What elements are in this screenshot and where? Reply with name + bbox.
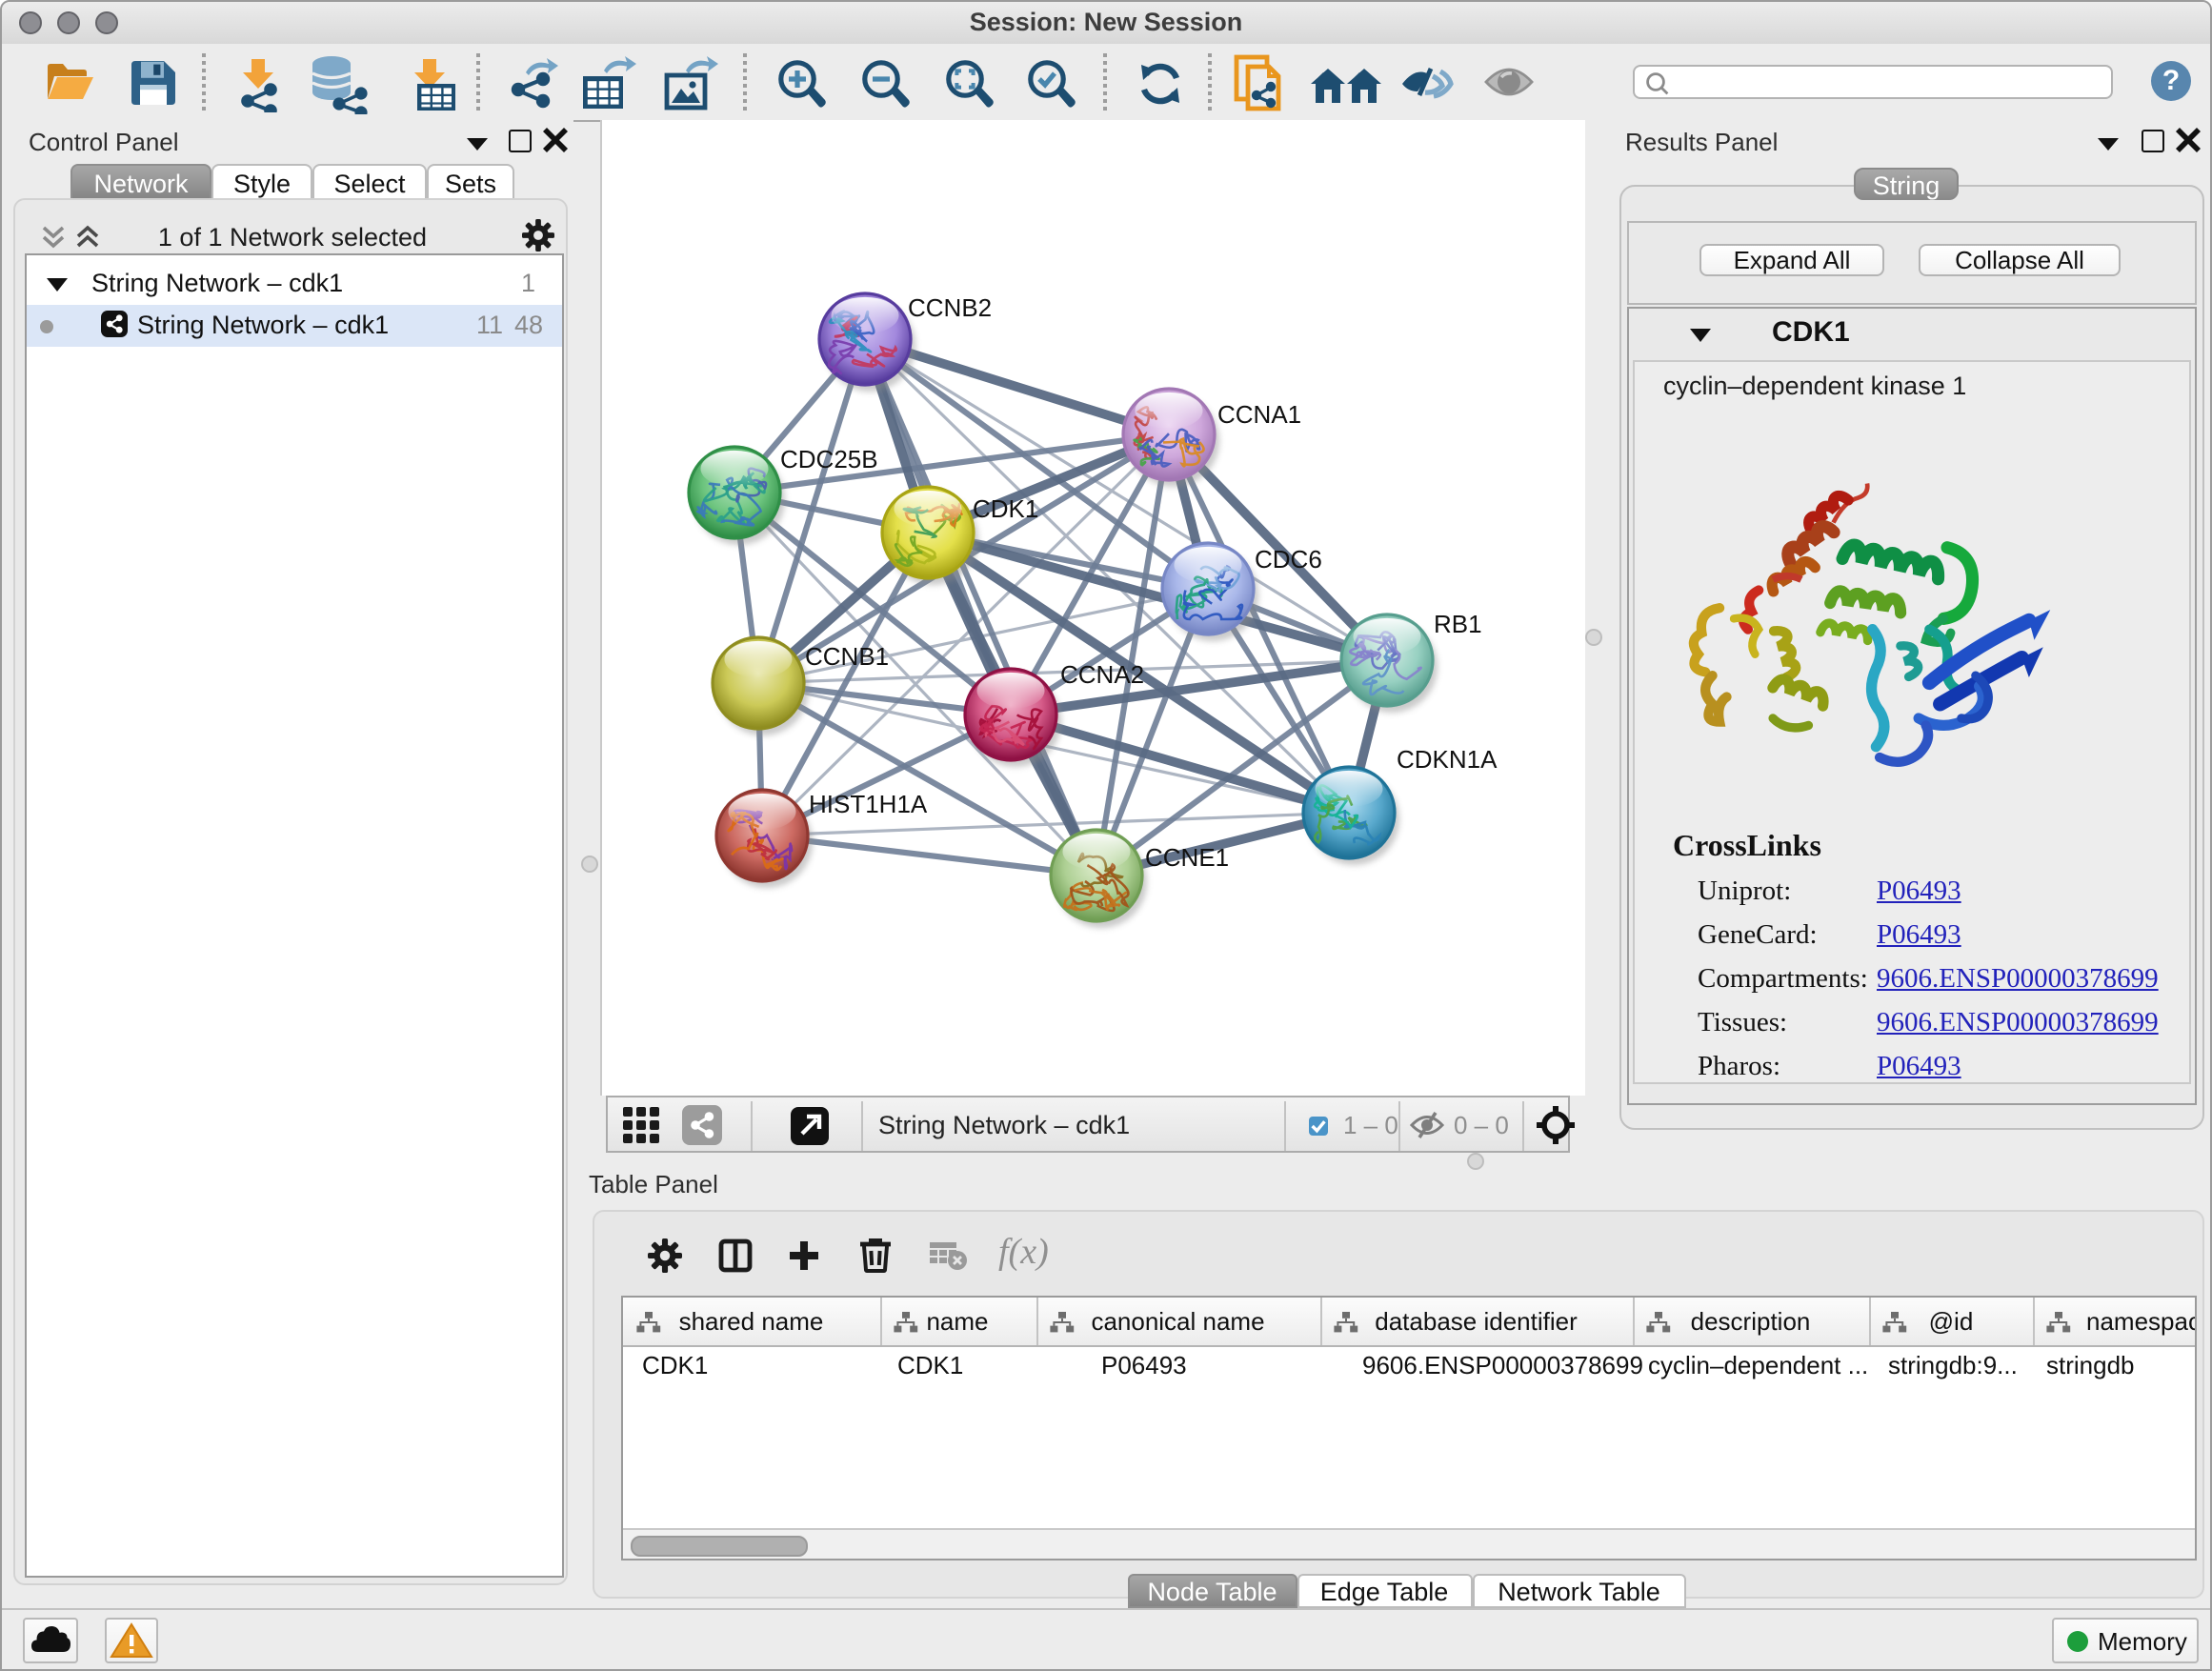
svg-text:CCNB2: CCNB2: [908, 293, 992, 322]
svg-text:CDC6: CDC6: [1255, 545, 1322, 574]
svg-text:CDC25B: CDC25B: [780, 445, 878, 473]
svg-text:CCNE1: CCNE1: [1145, 843, 1229, 872]
svg-text:CCNB1: CCNB1: [805, 642, 889, 671]
svg-text:CDKN1A: CDKN1A: [1397, 745, 1498, 774]
svg-text:RB1: RB1: [1434, 610, 1482, 638]
svg-text:CCNA2: CCNA2: [1060, 660, 1144, 689]
svg-text:HIST1H1A: HIST1H1A: [809, 790, 928, 818]
svg-text:CCNA1: CCNA1: [1217, 400, 1301, 429]
svg-text:CDK1: CDK1: [973, 494, 1038, 523]
